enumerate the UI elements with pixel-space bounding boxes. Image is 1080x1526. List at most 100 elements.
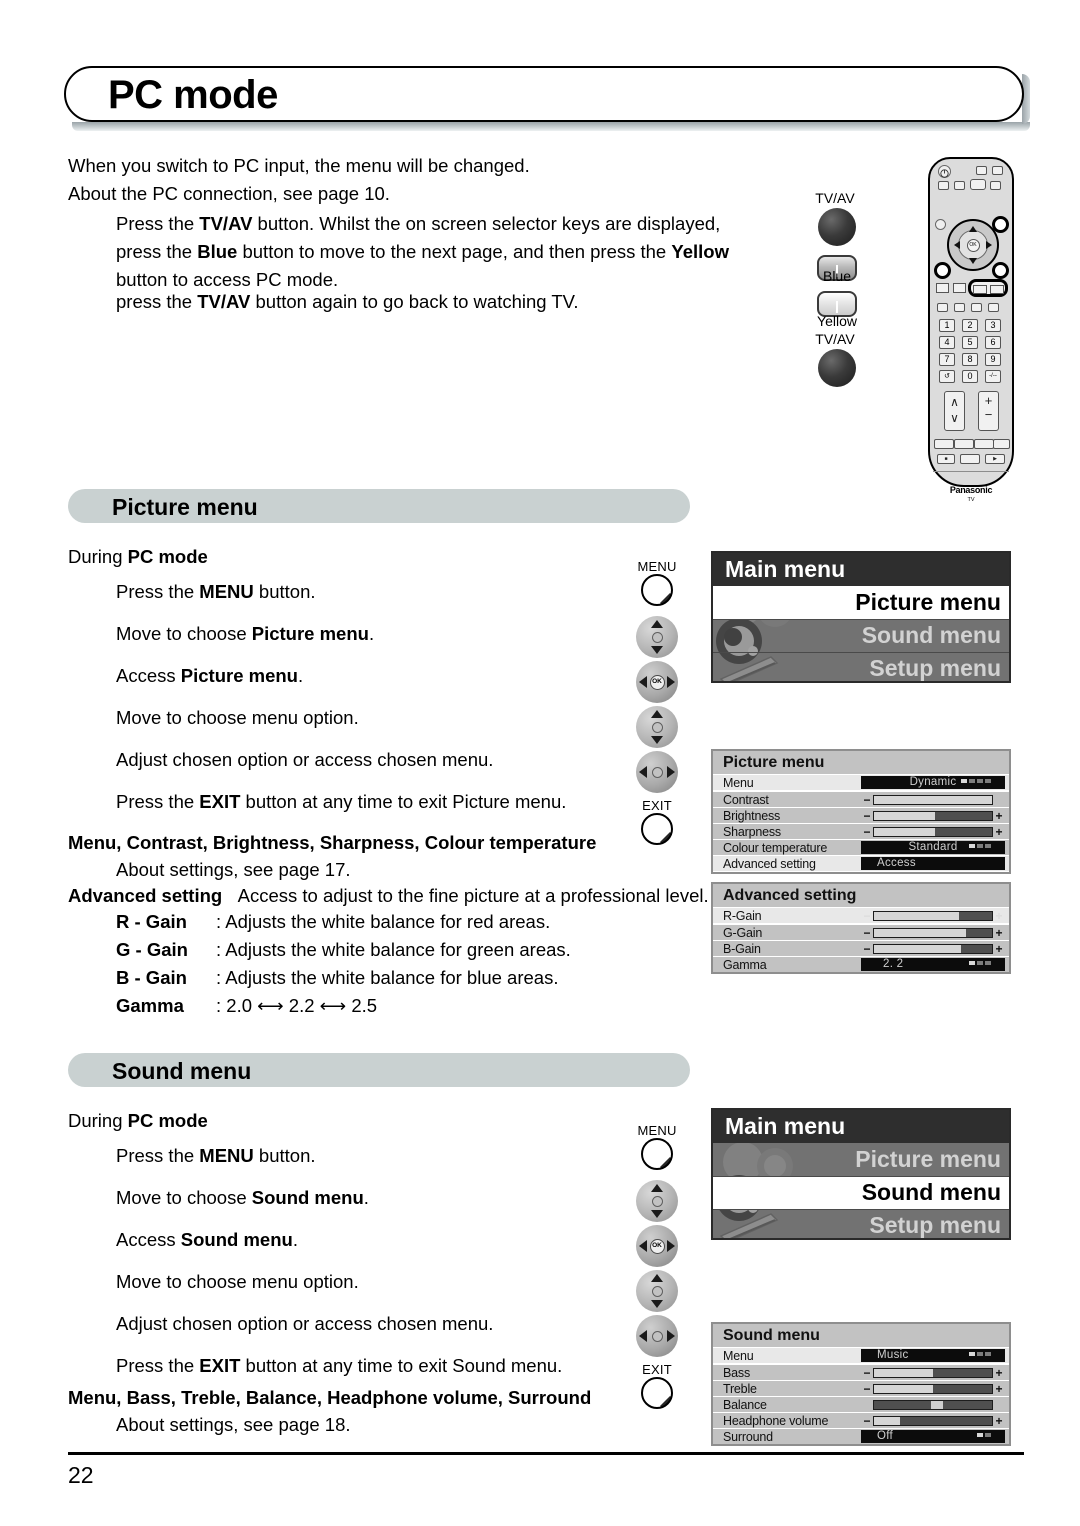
key-1[interactable]: 1: [939, 319, 955, 332]
osd-item-picture-menu[interactable]: Picture menu: [713, 1143, 1009, 1176]
step-text: Press the: [116, 1355, 200, 1376]
minus-icon: −: [863, 1413, 871, 1428]
key-6[interactable]: 6: [985, 336, 1001, 349]
osd-row-g-gain[interactable]: G-Gain − +: [713, 924, 1009, 940]
osd-row-r-gain[interactable]: R-Gain − +: [713, 907, 1009, 924]
step-text: Move to choose: [116, 623, 252, 644]
minus-icon: −: [863, 808, 871, 823]
channel-rocker[interactable]: ∧ ∨: [944, 391, 965, 431]
osd-row-menu[interactable]: Menu Music: [713, 1347, 1009, 1364]
menu-key-button[interactable]: [641, 1138, 673, 1170]
osd-row-label: Brightness: [723, 808, 781, 823]
osd-row-dots: [969, 844, 991, 848]
key-7[interactable]: 7: [939, 353, 955, 366]
key-last-view[interactable]: ↺: [939, 370, 955, 383]
osd-slider[interactable]: − +: [861, 809, 1005, 822]
osd-slider[interactable]: − +: [861, 1382, 1005, 1395]
osd-slider[interactable]: − +: [861, 942, 1005, 955]
volume-up-label: +: [984, 393, 993, 408]
minus-icon: −: [863, 1365, 871, 1380]
osd-balance-slider[interactable]: [861, 1398, 1005, 1411]
osd-row-contrast[interactable]: Contrast −: [713, 791, 1009, 807]
plus-icon: +: [995, 1381, 1003, 1396]
osd-row-dots: [961, 779, 991, 783]
osd-row-gamma[interactable]: Gamma 2. 2: [713, 956, 1009, 972]
left-right-key-button[interactable]: [636, 751, 678, 793]
tvav-bottom-label: TV/AV: [815, 331, 855, 347]
left-right-key-button[interactable]: [636, 1315, 678, 1357]
osd-row-label: Treble: [723, 1381, 757, 1396]
step-text: button.: [253, 1145, 316, 1166]
up-down-key-button[interactable]: [636, 616, 678, 658]
key-mute-icon: [990, 181, 1001, 190]
osd-item-picture-menu[interactable]: Picture menu: [713, 586, 1009, 619]
power-icon: [938, 165, 951, 178]
step-bold: EXIT: [199, 1355, 241, 1376]
advanced-setting-desc: Access to adjust to the fine picture at …: [237, 885, 709, 906]
step-text: Move to choose menu option.: [116, 1271, 359, 1292]
key-0[interactable]: 0: [962, 370, 978, 383]
step-text: button at any time to exit Picture menu.: [240, 791, 567, 812]
section-header-picture-menu: Picture menu: [68, 489, 690, 523]
osd-row-menu[interactable]: Menu Dynamic: [713, 774, 1009, 791]
key-4[interactable]: 4: [939, 336, 955, 349]
ok-button[interactable]: OK: [966, 238, 980, 252]
osd-slider[interactable]: −: [861, 793, 1005, 806]
intro-line-2: About the PC connection, see page 10.: [68, 183, 390, 204]
ok-key-button[interactable]: OK: [636, 1225, 678, 1267]
tvav-bottom-button[interactable]: [818, 349, 856, 387]
key-8[interactable]: 8: [962, 353, 978, 366]
up-down-key-button[interactable]: [636, 1270, 678, 1312]
osd-title: Main menu: [713, 1110, 1009, 1143]
osd-slider[interactable]: − +: [861, 909, 1005, 922]
step-text: .: [292, 1229, 298, 1250]
key-yellow-icon: [990, 285, 1004, 294]
gain-label: R - Gain: [116, 911, 187, 932]
key-2[interactable]: 2: [962, 319, 978, 332]
gain-desc: : Adjusts the white balance for blue are…: [216, 967, 559, 988]
key-green-icon: [953, 283, 966, 293]
osd-advanced-setting-panel: Advanced setting R-Gain − + G-Gain − + B…: [711, 882, 1011, 974]
osd-row-treble[interactable]: Treble − +: [713, 1380, 1009, 1396]
exit-button-highlight[interactable]: [934, 262, 951, 279]
osd-row-sharpness[interactable]: Sharpness − +: [713, 823, 1009, 839]
osd-slider[interactable]: − +: [861, 825, 1005, 838]
osd-slider[interactable]: − +: [861, 1414, 1005, 1427]
menu-button-highlight[interactable]: [992, 216, 1009, 233]
return-button-highlight[interactable]: [992, 262, 1009, 279]
up-down-key-button[interactable]: [636, 706, 678, 748]
step-item: Adjust chosen option or access chosen me…: [116, 746, 616, 788]
osd-slider[interactable]: − +: [861, 1366, 1005, 1379]
osd-row-headphone-volume[interactable]: Headphone volume − +: [713, 1412, 1009, 1428]
osd-row-b-gain[interactable]: B-Gain − +: [713, 940, 1009, 956]
osd-row-surround[interactable]: Surround Off: [713, 1428, 1009, 1444]
osd-row-colour-temperature[interactable]: Colour temperature Standard: [713, 839, 1009, 855]
step-item: Move to choose menu option.: [116, 1268, 616, 1310]
dpad[interactable]: OK: [947, 219, 999, 271]
blue-yellow-highlight[interactable]: [968, 279, 1008, 297]
osd-row-advanced-setting[interactable]: Advanced setting Access: [713, 855, 1009, 872]
osd-row-brightness[interactable]: Brightness − +: [713, 807, 1009, 823]
tvav-top-button[interactable]: [818, 208, 856, 246]
step-bold: Picture menu: [251, 623, 369, 644]
ok-key-button[interactable]: OK: [636, 661, 678, 703]
volume-rocker[interactable]: + −: [978, 391, 999, 431]
osd-item-sound-menu[interactable]: Sound menu: [713, 619, 1009, 652]
menu-key-button[interactable]: [641, 574, 673, 606]
key-5[interactable]: 5: [962, 336, 978, 349]
osd-item-setup-menu[interactable]: Setup menu: [713, 652, 1009, 681]
step-bold: Sound menu: [180, 1229, 293, 1250]
gain-row: R - Gain: Adjusts the white balance for …: [116, 908, 736, 936]
key-3[interactable]: 3: [985, 319, 1001, 332]
osd-row-balance[interactable]: Balance: [713, 1396, 1009, 1412]
advanced-setting-row: Advanced setting Access to adjust to the…: [68, 882, 728, 910]
step-text: Press the: [116, 581, 200, 602]
up-down-key-button[interactable]: [636, 1180, 678, 1222]
key-9[interactable]: 9: [985, 353, 1001, 366]
osd-slider[interactable]: − +: [861, 926, 1005, 939]
osd-item-sound-menu[interactable]: Sound menu: [713, 1176, 1009, 1209]
osd-item-setup-menu[interactable]: Setup menu: [713, 1209, 1009, 1238]
gain-row: B - Gain: Adjusts the white balance for …: [116, 964, 736, 992]
key-dash[interactable]: -/--: [985, 370, 1001, 383]
osd-row-bass[interactable]: Bass − +: [713, 1364, 1009, 1380]
